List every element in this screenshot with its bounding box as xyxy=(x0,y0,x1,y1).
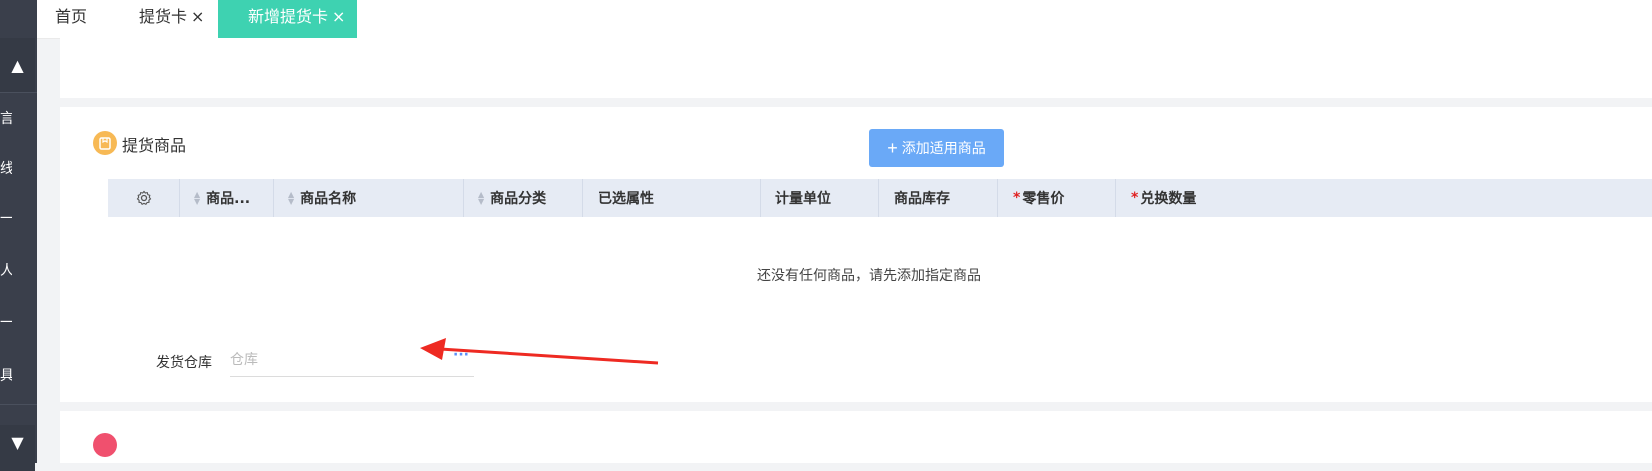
column-unit: 计量单位 xyxy=(761,179,879,217)
sidebar-item-6[interactable]: 具 xyxy=(0,365,12,385)
sort-icon[interactable]: ▲ ▼ xyxy=(288,191,294,206)
column-goods-name[interactable]: ▲ ▼ 商品名称 xyxy=(274,179,464,217)
column-label: 已选属性 xyxy=(598,191,654,207)
sidebar-scroll-down-button[interactable]: ▼ xyxy=(0,425,35,471)
tab-label: 提货卡 xyxy=(139,7,188,26)
tab-label: 首页 xyxy=(55,7,88,26)
column-label: 商品分类 xyxy=(490,191,547,207)
column-label: 商品名称 xyxy=(300,191,357,207)
tab-bar: 首页 提货卡 × 新增提货卡 × xyxy=(37,0,1652,40)
column-label: 商品库存 xyxy=(894,191,950,207)
column-selected-attributes: 已选属性 xyxy=(583,179,761,217)
plus-icon: + xyxy=(887,137,898,158)
sidebar-scroll-up-button[interactable]: ▲ xyxy=(0,38,35,92)
warehouse-input[interactable] xyxy=(230,343,474,377)
sort-icon[interactable]: ▲ ▼ xyxy=(194,191,200,206)
column-settings[interactable] xyxy=(108,179,180,217)
goods-table-header: ▲ ▼ 商品... ▲ ▼ 商品名称 ▲ ▼ 商品分类 已选属性 计量单位 商品库存 … xyxy=(108,179,1652,217)
column-label: 零售价 xyxy=(1022,191,1065,207)
tab-pickup-card[interactable]: 提货卡 × xyxy=(139,0,204,40)
add-applicable-goods-button[interactable]: + 添加适用商品 xyxy=(869,129,1004,167)
close-icon[interactable]: × xyxy=(332,2,345,32)
form-panel-top xyxy=(60,38,1652,98)
column-label: 商品... xyxy=(206,191,251,207)
sidebar-item-3[interactable]: 一 xyxy=(0,208,12,228)
section-icon xyxy=(93,433,117,457)
required-mark: * xyxy=(1131,190,1139,206)
column-stock: 商品库存 xyxy=(879,179,998,217)
column-goods-category[interactable]: ▲ ▼ 商品分类 xyxy=(464,179,583,217)
sidebar-item-2[interactable]: 线 xyxy=(0,158,12,178)
more-icon[interactable]: ··· xyxy=(453,347,469,363)
required-mark: * xyxy=(1013,190,1021,206)
warehouse-label: 发货仓库 xyxy=(156,355,212,371)
tab-new-pickup-card[interactable]: 新增提货卡 × xyxy=(218,0,358,40)
gear-icon[interactable] xyxy=(136,190,152,206)
empty-table-message: 还没有任何商品，请先添加指定商品 xyxy=(757,268,981,284)
section-title: 提货商品 xyxy=(122,136,187,155)
sidebar-divider xyxy=(0,404,37,405)
sidebar-item-4[interactable]: 人 xyxy=(0,260,12,280)
sidebar-divider xyxy=(0,92,37,93)
caret-down-icon: ▼ xyxy=(11,433,24,452)
sidebar: ▲ 言 线 一 人 一 具 ▼ xyxy=(0,0,37,471)
column-retail-price: * 零售价 xyxy=(998,179,1116,217)
column-label: 兑换数量 xyxy=(1140,191,1197,207)
pickup-goods-panel: 提货商品 + 添加适用商品 ▲ ▼ 商品... ▲ ▼ 商品名称 ▲ ▼ 商品分类 已… xyxy=(60,107,1652,402)
add-button-label: 添加适用商品 xyxy=(901,140,986,156)
tab-home[interactable]: 首页 xyxy=(55,0,87,40)
next-section-panel xyxy=(60,411,1652,463)
sort-icon[interactable]: ▲ ▼ xyxy=(478,191,484,206)
column-exchange-quantity: * 兑换数量 xyxy=(1116,179,1652,217)
sidebar-item-1[interactable]: 言 xyxy=(0,108,12,128)
close-icon[interactable]: × xyxy=(191,2,204,32)
column-goods-code[interactable]: ▲ ▼ 商品... xyxy=(180,179,274,217)
sidebar-item-5[interactable]: 一 xyxy=(0,312,12,332)
tab-label: 新增提货卡 xyxy=(248,7,329,26)
caret-up-icon: ▲ xyxy=(11,55,24,75)
bag-icon xyxy=(93,131,117,155)
column-label: 计量单位 xyxy=(775,191,831,207)
